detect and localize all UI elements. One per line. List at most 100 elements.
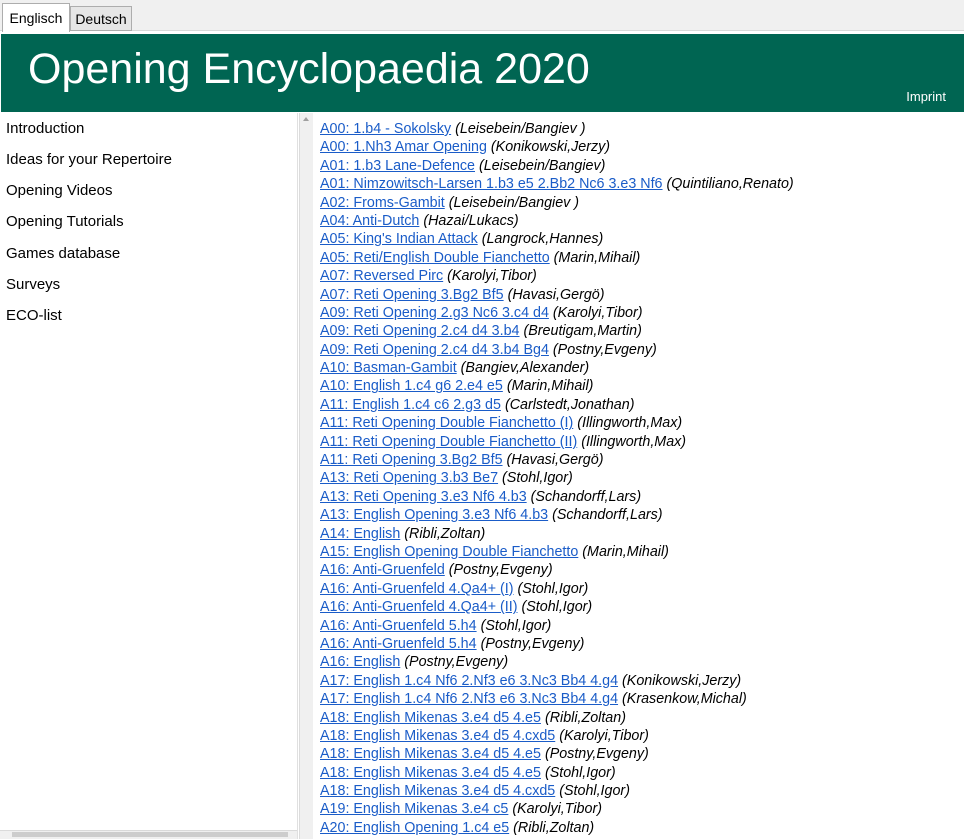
list-item: A16: Anti-Gruenfeld 4.Qa4+ (I) (Stohl,Ig…	[320, 580, 960, 598]
author-label: (Stohl,Igor)	[480, 617, 552, 634]
sidebar-horizontal-scrollbar[interactable]	[0, 830, 297, 839]
nav-item-games-database[interactable]: Games database	[6, 245, 120, 262]
tab-strip: Englisch Deutsch	[0, 0, 964, 32]
list-item: A01: 1.b3 Lane-Defence (Leisebein/Bangie…	[320, 157, 960, 175]
tab-englisch[interactable]: Englisch	[2, 3, 70, 32]
opening-link[interactable]: A16: Anti-Gruenfeld 5.h4	[320, 618, 477, 634]
author-label: (Langrock,Hannes)	[481, 231, 604, 248]
author-label: (Hazai/Lukacs)	[423, 212, 519, 229]
opening-link[interactable]: A09: Reti Opening 2.c4 d4 3.b4	[320, 323, 520, 339]
opening-link[interactable]: A09: Reti Opening 2.g3 Nc6 3.c4 d4	[320, 305, 549, 321]
opening-link[interactable]: A13: English Opening 3.e3 Nf6 4.b3	[320, 507, 548, 523]
author-label: (Konikowski,Jerzy)	[622, 672, 742, 689]
list-item: A18: English Mikenas 3.e4 d5 4.cxd5 (Sto…	[320, 782, 960, 800]
scroll-up-arrow-icon[interactable]	[303, 117, 309, 121]
list-item: A05: King's Indian Attack (Langrock,Hann…	[320, 230, 960, 248]
author-label: (Karolyi,Tibor)	[512, 801, 602, 818]
list-item: A07: Reti Opening 3.Bg2 Bf5 (Havasi,Gerg…	[320, 286, 960, 304]
list-item: A18: English Mikenas 3.e4 d5 4.cxd5 (Kar…	[320, 727, 960, 745]
author-label: (Karolyi,Tibor)	[552, 304, 643, 321]
nav-item-surveys[interactable]: Surveys	[6, 276, 60, 293]
author-label: (Illingworth,Max)	[581, 433, 687, 450]
opening-link[interactable]: A17: English 1.c4 Nf6 2.Nf3 e6 3.Nc3 Bb4…	[320, 673, 618, 689]
opening-link[interactable]: A00: 1.b4 - Sokolsky	[320, 121, 451, 137]
list-item: A01: Nimzowitsch-Larsen 1.b3 e5 2.Bb2 Nc…	[320, 175, 960, 193]
author-label: (Karolyi,Tibor)	[559, 727, 649, 744]
opening-link[interactable]: A10: English 1.c4 g6 2.e4 e5	[320, 378, 503, 394]
list-item: A04: Anti-Dutch (Hazai/Lukacs)	[320, 212, 960, 230]
content-vertical-scrollbar[interactable]	[299, 113, 313, 839]
opening-link[interactable]: A19: English Mikenas 3.e4 c5	[320, 801, 508, 817]
opening-link[interactable]: A11: Reti Opening Double Fianchetto (I)	[320, 415, 573, 431]
scrollbar-thumb[interactable]	[12, 832, 288, 837]
author-label: (Postny,Evgeny)	[544, 746, 649, 763]
opening-link[interactable]: A17: English 1.c4 Nf6 2.Nf3 e6 3.Nc3 Bb4…	[320, 691, 618, 707]
opening-link[interactable]: A05: King's Indian Attack	[320, 231, 478, 247]
list-item: A02: Froms-Gambit (Leisebein/Bangiev )	[320, 194, 960, 212]
author-label: (Stohl,Igor)	[544, 764, 616, 781]
opening-link[interactable]: A20: English Opening 1.c4 e5	[320, 820, 509, 836]
author-label: (Leisebein/Bangiev)	[478, 157, 606, 174]
nav-item-opening-tutorials[interactable]: Opening Tutorials	[6, 213, 124, 230]
author-label: (Postny,Evgeny)	[448, 562, 553, 579]
author-label: (Stohl,Igor)	[521, 599, 593, 616]
opening-link[interactable]: A11: Reti Opening 3.Bg2 Bf5	[320, 452, 503, 468]
nav-item-eco-list[interactable]: ECO-list	[6, 307, 62, 324]
opening-link[interactable]: A18: English Mikenas 3.e4 d5 4.e5	[320, 710, 541, 726]
opening-link[interactable]: A15: English Opening Double Fianchetto	[320, 544, 578, 560]
opening-link[interactable]: A11: Reti Opening Double Fianchetto (II)	[320, 434, 577, 450]
opening-link[interactable]: A18: English Mikenas 3.e4 d5 4.e5	[320, 746, 541, 762]
imprint-link[interactable]: Imprint	[906, 89, 946, 104]
opening-link[interactable]: A07: Reversed Pirc	[320, 268, 443, 284]
nav-item-introduction[interactable]: Introduction	[6, 120, 84, 137]
opening-link[interactable]: A00: 1.Nh3 Amar Opening	[320, 139, 487, 155]
opening-link[interactable]: A18: English Mikenas 3.e4 d5 4.cxd5	[320, 728, 555, 744]
list-item: A05: Reti/English Double Fianchetto (Mar…	[320, 249, 960, 267]
opening-link[interactable]: A04: Anti-Dutch	[320, 213, 419, 229]
list-item: A09: Reti Opening 2.g3 Nc6 3.c4 d4 (Karo…	[320, 304, 960, 322]
author-label: (Leisebein/Bangiev )	[448, 194, 580, 211]
list-item: A17: English 1.c4 Nf6 2.Nf3 e6 3.Nc3 Bb4…	[320, 672, 960, 690]
list-item: A16: Anti-Gruenfeld 5.h4 (Postny,Evgeny)	[320, 635, 960, 653]
list-item: A07: Reversed Pirc (Karolyi,Tibor)	[320, 267, 960, 285]
opening-link[interactable]: A16: Anti-Gruenfeld 4.Qa4+ (II)	[320, 599, 517, 615]
author-label: (Schandorff,Lars)	[530, 488, 642, 505]
opening-link[interactable]: A01: 1.b3 Lane-Defence	[320, 158, 475, 174]
list-item: A00: 1.Nh3 Amar Opening (Konikowski,Jerz…	[320, 138, 960, 156]
list-item: A13: English Opening 3.e3 Nf6 4.b3 (Scha…	[320, 506, 960, 524]
list-item: A11: Reti Opening Double Fianchetto (I) …	[320, 414, 960, 432]
list-item: A10: Basman-Gambit (Bangiev,Alexander)	[320, 359, 960, 377]
opening-link[interactable]: A16: Anti-Gruenfeld 4.Qa4+ (I)	[320, 581, 514, 597]
opening-link[interactable]: A13: Reti Opening 3.e3 Nf6 4.b3	[320, 489, 527, 505]
list-item: A00: 1.b4 - Sokolsky (Leisebein/Bangiev …	[320, 120, 960, 138]
opening-link[interactable]: A18: English Mikenas 3.e4 d5 4.cxd5	[320, 783, 555, 799]
list-item: A11: English 1.c4 c6 2.g3 d5 (Carlstedt,…	[320, 396, 960, 414]
author-label: (Krasenkow,Michal)	[622, 691, 747, 708]
opening-link[interactable]: A02: Froms-Gambit	[320, 195, 445, 211]
list-item: A16: Anti-Gruenfeld 5.h4 (Stohl,Igor)	[320, 617, 960, 635]
list-item: A13: Reti Opening 3.b3 Be7 (Stohl,Igor)	[320, 469, 960, 487]
tab-deutsch[interactable]: Deutsch	[70, 6, 132, 31]
opening-link[interactable]: A14: English	[320, 526, 400, 542]
opening-link[interactable]: A01: Nimzowitsch-Larsen 1.b3 e5 2.Bb2 Nc…	[320, 176, 663, 192]
opening-link[interactable]: A09: Reti Opening 2.c4 d4 3.b4 Bg4	[320, 342, 549, 358]
author-label: (Ribli,Zoltan)	[544, 709, 626, 726]
opening-link[interactable]: A10: Basman-Gambit	[320, 360, 457, 376]
author-label: (Quintiliano,Renato)	[666, 176, 794, 193]
author-label: (Havasi,Gergö)	[506, 452, 604, 469]
author-label: (Marin,Mihail)	[553, 249, 641, 266]
author-label: (Postny,Evgeny)	[480, 635, 585, 652]
nav-item-ideas-repertoire[interactable]: Ideas for your Repertoire	[6, 151, 172, 168]
list-item: A16: Anti-Gruenfeld (Postny,Evgeny)	[320, 561, 960, 579]
opening-link[interactable]: A13: Reti Opening 3.b3 Be7	[320, 470, 498, 486]
opening-link[interactable]: A16: English	[320, 654, 400, 670]
opening-link[interactable]: A05: Reti/English Double Fianchetto	[320, 250, 550, 266]
opening-link[interactable]: A07: Reti Opening 3.Bg2 Bf5	[320, 287, 504, 303]
opening-link[interactable]: A16: Anti-Gruenfeld 5.h4	[320, 636, 477, 652]
author-label: (Schandorff,Lars)	[552, 507, 663, 524]
opening-link[interactable]: A11: English 1.c4 c6 2.g3 d5	[320, 397, 501, 413]
list-item: A11: Reti Opening 3.Bg2 Bf5 (Havasi,Gerg…	[320, 451, 960, 469]
opening-link[interactable]: A18: English Mikenas 3.e4 d5 4.e5	[320, 765, 541, 781]
opening-link[interactable]: A16: Anti-Gruenfeld	[320, 562, 445, 578]
nav-item-opening-videos[interactable]: Opening Videos	[6, 182, 112, 199]
